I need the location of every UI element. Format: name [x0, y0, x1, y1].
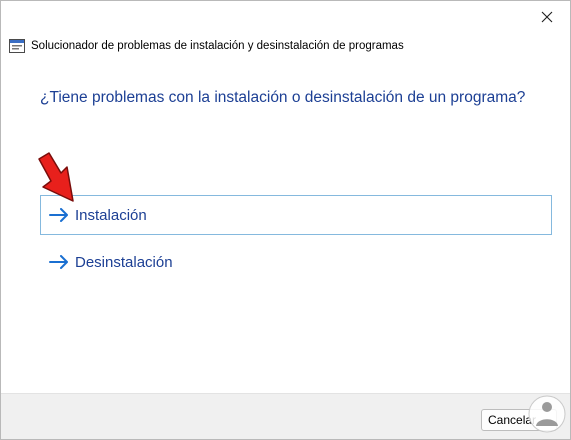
site-logo-watermark-icon — [528, 395, 566, 433]
option-uninstall-label: Desinstalación — [75, 253, 173, 271]
title-bar — [1, 1, 570, 33]
troubleshooter-window: Solucionador de problemas de instalación… — [0, 0, 571, 440]
troubleshooter-app-icon — [9, 39, 25, 53]
window-title: Solucionador de problemas de instalación… — [31, 40, 404, 52]
option-install[interactable]: Instalación — [40, 195, 552, 235]
close-icon — [541, 11, 553, 23]
arrow-right-icon — [49, 208, 68, 222]
question-heading: ¿Tiene problemas con la instalación o de… — [40, 89, 526, 106]
arrow-right-icon — [49, 255, 68, 269]
window-header: Solucionador de problemas de instalación… — [9, 37, 404, 55]
close-button[interactable] — [524, 1, 570, 33]
option-uninstall[interactable]: Desinstalación — [40, 242, 552, 282]
annotation-arrow-icon — [38, 152, 74, 202]
option-install-label: Instalación — [75, 206, 147, 224]
